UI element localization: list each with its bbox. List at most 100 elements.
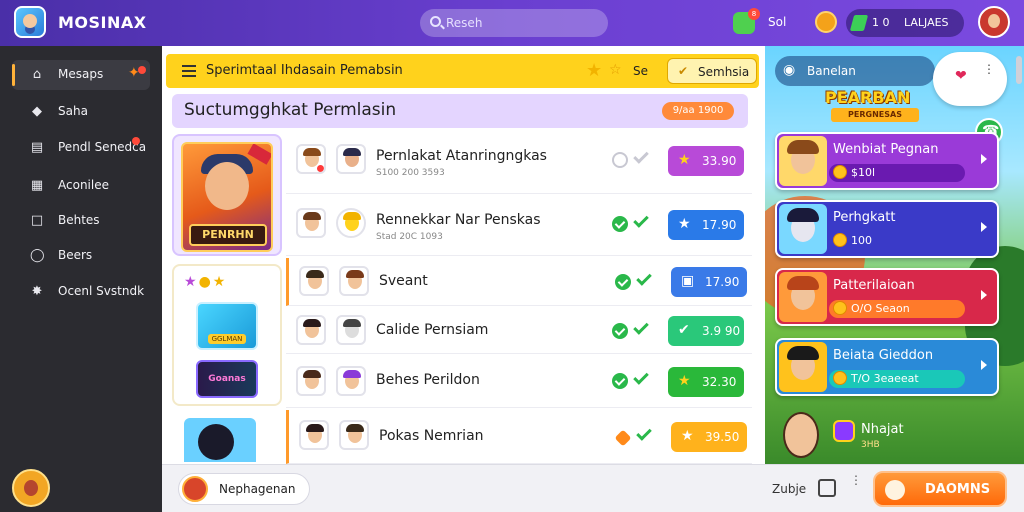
event-title: Wenbiat Pegnan (833, 142, 939, 157)
event-image (779, 204, 827, 254)
event-progress: 100 (829, 232, 965, 250)
event-image (779, 272, 827, 322)
panel-header[interactable]: ◉ Banelan (775, 56, 935, 86)
user-avatar[interactable] (978, 6, 1010, 38)
reward-value: 17.90 (705, 275, 740, 289)
search-box[interactable] (420, 9, 608, 37)
avatar (296, 144, 326, 174)
app-logo[interactable] (14, 6, 46, 38)
toolbar-button[interactable]: ✔ Semhsia (667, 58, 757, 84)
search-input[interactable] (446, 9, 596, 37)
avatar (296, 315, 326, 345)
event-image (779, 136, 827, 186)
menu-icon[interactable] (182, 65, 196, 77)
reward-button[interactable]: ★ 17.90 (668, 210, 744, 240)
event-card[interactable]: Wenbiat Pegnan $10l (775, 132, 999, 190)
reward-value: 39.50 (705, 430, 740, 444)
reward-button[interactable]: ✔ 3.9 90 (668, 316, 744, 346)
smiley-icon (336, 208, 366, 238)
event-progress: T/O 3eaeeat (829, 370, 965, 388)
quest-row[interactable]: Pernlakat Atanringngkas S100 200 3593 ★ … (286, 130, 752, 194)
event-title: Patterilaioan (833, 278, 915, 293)
event-title: Nhajat (861, 422, 904, 437)
bottom-label: Zubje (772, 482, 807, 496)
event-title: Perhgkatt (833, 210, 896, 225)
panel-header-label: Banelan (807, 64, 856, 78)
check-circle-icon: ✔ (678, 322, 690, 338)
quest-title: Rennekkar Nar Penskas (376, 212, 541, 228)
event-image (783, 412, 819, 458)
user-chip[interactable]: Nephagenan (178, 473, 310, 505)
sidebar-item-label: Behtes (58, 213, 100, 227)
event-card[interactable]: Patterilaioan O/O Seaon (775, 268, 999, 326)
more-icon[interactable]: ⋮ (850, 474, 862, 486)
quest-subtitle: S100 200 3593 (376, 168, 445, 178)
event-subtitle: 3HB (861, 440, 880, 450)
reward-value: 32.30 (702, 375, 737, 389)
sidebar-item-mesaps[interactable]: ⌂ Mesaps ✦ (12, 60, 150, 90)
avatar (339, 266, 369, 296)
promo-card[interactable]: ★ ● ★ GGLMAN Goanas (172, 264, 282, 406)
event-card[interactable]: Perhgkatt 100 (775, 200, 999, 258)
sidebar-item-aconilee[interactable]: ▦ Aconilee (12, 171, 150, 201)
reward-button[interactable]: ★ 32.30 (668, 367, 744, 397)
toolbar-button-label: Semhsia (698, 65, 750, 79)
avatar (336, 144, 366, 174)
star-outline-icon: ☆ (609, 62, 622, 78)
reward-value: 17.90 (702, 218, 737, 232)
star-icon: ★ (681, 428, 694, 444)
reward-button[interactable]: ▣ 17.90 (671, 267, 747, 297)
coin-icon[interactable] (815, 11, 837, 33)
status-icon (612, 216, 628, 232)
promo-thumbnail[interactable]: Goanas (196, 360, 258, 398)
quest-row[interactable]: Sveant ▣ 17.90 (286, 258, 752, 306)
quest-row[interactable]: Calide Pernsiam ✔ 3.9 90 (286, 308, 752, 354)
sidebar-item-ocenl-svstndk[interactable]: ✸ Ocenl Svstndk (12, 277, 150, 307)
star-icon: ★ (678, 216, 691, 232)
game-thumbnail[interactable] (184, 418, 256, 462)
sidebar-item-behtes[interactable]: □ Behtes (12, 206, 150, 236)
event-card[interactable]: Beiata Gieddon T/O 3eaeeat (775, 338, 999, 396)
sidebar-item-beers[interactable]: ◯ Beers (12, 241, 150, 271)
status-icon (615, 274, 631, 290)
more-icon[interactable]: ⋮ (983, 63, 995, 75)
chat-bubble[interactable]: ❤ ⋮ (933, 52, 1007, 106)
calendar-icon: ▤ (30, 140, 44, 155)
quest-row[interactable]: Pokas Nemrian ★ 39.50 (286, 410, 752, 464)
reward-value: 3.9 90 (702, 324, 741, 338)
sidebar-item-label: Saha (58, 104, 88, 118)
promo-thumbnail[interactable]: GGLMAN (196, 302, 258, 350)
sidebar-item-pendl-senedca[interactable]: ▤ Pendl Senedca (12, 133, 150, 163)
star-icon: ★ (586, 60, 603, 81)
sidebar-item-saha[interactable]: ◆ Saha (12, 97, 150, 127)
status-icon (612, 152, 628, 168)
sidebar-item-label: Mesaps (58, 67, 104, 81)
status-icon (614, 429, 632, 447)
feature-card[interactable]: PENRHN (172, 134, 282, 256)
chevron-right-icon (981, 154, 989, 164)
quest-title: Sveant (379, 273, 428, 289)
shield-icon: ◉ (783, 62, 796, 78)
sidebar-item-label: Ocenl Svstndk (58, 284, 145, 298)
event-progress: $10l (829, 164, 965, 182)
bottom-bar: Nephagenan Zubje ⋮ DAOMNS (162, 464, 1024, 512)
shop-icon[interactable] (818, 479, 836, 497)
primary-action-button[interactable]: DAOMNS (873, 471, 1007, 507)
feature-label: PENRHN (189, 224, 267, 246)
feature-image: PENRHN (181, 142, 273, 252)
section-pill[interactable]: 9/aa 1900 (662, 102, 734, 120)
check-icon (633, 148, 649, 164)
quest-row[interactable]: Rennekkar Nar Penskas Stad 20C 1093 ★ 17… (286, 196, 752, 256)
user-chip-label: Nephagenan (219, 482, 296, 496)
section-title: Suctumgghkat Permlasin (184, 100, 397, 120)
event-card[interactable]: Nhajat 3HB (775, 408, 904, 464)
reward-button[interactable]: ★ 39.50 (671, 422, 747, 452)
scrollbar[interactable] (1016, 56, 1022, 84)
profile-avatar[interactable] (12, 469, 50, 507)
reward-button[interactable]: ★ 33.90 (668, 146, 744, 176)
quest-row[interactable]: Behes Perildon ★ 32.30 (286, 356, 752, 408)
currency-stats[interactable]: 1 0 LALJAES (846, 9, 964, 37)
coin-icon (833, 301, 847, 315)
app-title: MOSINAX (58, 13, 147, 32)
reward-value: 33.90 (702, 154, 737, 168)
